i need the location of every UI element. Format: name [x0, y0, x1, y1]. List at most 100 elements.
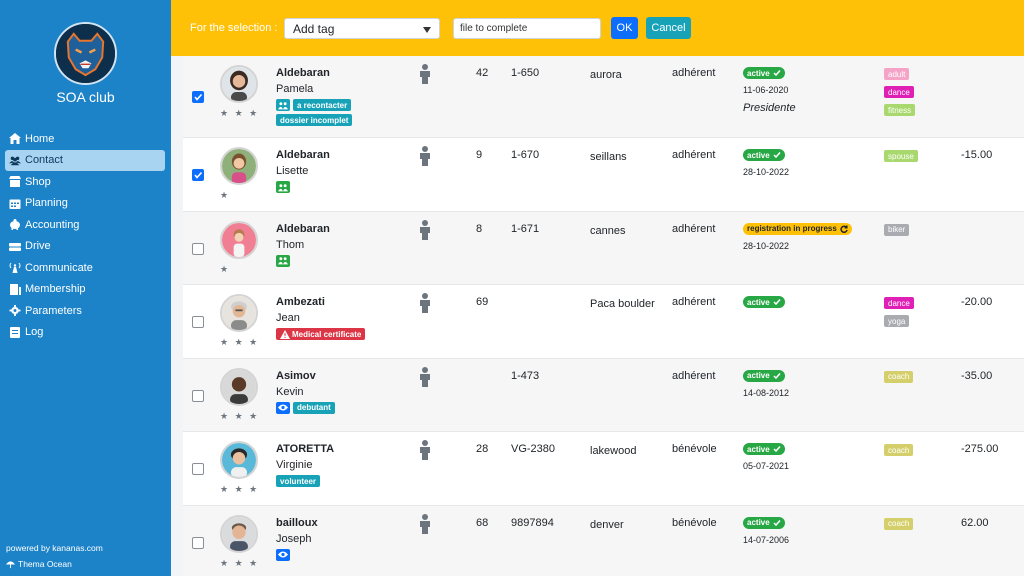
contact-city: aurora — [590, 69, 622, 81]
contact-badges: debutant — [276, 401, 386, 414]
check-icon — [773, 70, 781, 77]
row-checkbox[interactable] — [192, 536, 204, 549]
refresh-icon — [840, 225, 848, 233]
contact-row[interactable]: ★ ★ ★ Asimov Kevin debutant 1-473 adhére… — [183, 358, 1024, 432]
balance-amount: -20.00 — [961, 296, 993, 308]
contact-badges — [276, 254, 386, 267]
balance-amount: 62.00 — [961, 516, 989, 529]
avatar[interactable] — [220, 294, 258, 332]
check-icon — [773, 152, 781, 159]
nav-planning[interactable]: Planning — [5, 193, 165, 215]
nav-communicate[interactable]: Communicate — [5, 257, 165, 279]
tag-name-input[interactable] — [453, 18, 601, 39]
contact-lastname[interactable]: Ambezati — [276, 296, 325, 308]
tag-spouse[interactable]: spouse — [884, 150, 918, 162]
status-badge: active — [743, 296, 785, 308]
member-type: adhérent — [672, 67, 716, 79]
person-icon — [418, 146, 432, 166]
status-badge: active — [743, 443, 785, 455]
broadcast-icon — [9, 262, 21, 274]
avatar[interactable] — [220, 65, 258, 103]
avatar[interactable] — [220, 367, 258, 406]
contact-badges: Medical certificate — [276, 328, 386, 340]
contact-city: seillans — [590, 151, 627, 163]
nav-drive[interactable]: Drive — [5, 236, 165, 258]
nav-log[interactable]: Log — [5, 322, 165, 344]
contact-row[interactable]: ★ ★ ★ ATORETTA Virginie volunteer 28 VG-… — [183, 432, 1024, 506]
tag-biker[interactable]: biker — [884, 223, 910, 236]
row-checkbox[interactable] — [192, 91, 204, 103]
row-checkbox[interactable] — [192, 169, 204, 181]
row-checkbox[interactable] — [192, 389, 204, 402]
membership-date: 11-06-2020 — [743, 85, 789, 95]
tag-coach[interactable]: coach — [884, 370, 914, 383]
balance-amount: -15.00 — [961, 149, 993, 161]
tag-dance[interactable]: dance — [884, 297, 914, 309]
row-checkbox[interactable] — [192, 242, 204, 255]
tag-dance[interactable]: dance — [884, 86, 914, 98]
nav-shop[interactable]: Shop — [5, 171, 165, 193]
selection-toolbar: For the selection : Add tag OK Cancel — [171, 0, 1024, 56]
cancel-button[interactable]: Cancel — [646, 17, 691, 39]
member-type: adhérent — [672, 296, 716, 308]
contact-lastname[interactable]: Aldebaran — [276, 223, 330, 235]
avatar[interactable] — [220, 147, 258, 185]
person-icon — [418, 366, 432, 387]
nav-label: Log — [25, 326, 44, 339]
contact-lastname[interactable]: Aldebaran — [276, 67, 330, 79]
contact-role: Presidente — [743, 102, 796, 114]
tag-yoga[interactable]: yoga — [884, 315, 910, 327]
action-select[interactable]: Add tag — [284, 18, 440, 39]
member-type: bénévole — [672, 443, 717, 455]
tag-fitness[interactable]: fitness — [884, 104, 916, 116]
nav-contact[interactable]: Contact — [5, 149, 165, 171]
contact-age: 69 — [476, 296, 489, 308]
row-checkbox[interactable] — [192, 316, 204, 328]
status-badge: active — [743, 369, 785, 382]
nav-label: Communicate — [25, 261, 93, 274]
tag-coach[interactable]: coach — [884, 444, 914, 456]
nav-accounting[interactable]: Accounting — [5, 214, 165, 236]
contact-city: Paca boulder — [590, 298, 655, 310]
contact-row[interactable]: ★ ★ ★ Aldebaran Pamela a recontacter dos… — [183, 56, 1024, 138]
status-badge: registration in progress — [743, 222, 852, 235]
main-nav: Home Contact Shop Planning Accounting Dr… — [5, 128, 165, 343]
nav-label: Parameters — [25, 304, 82, 317]
tag-adult[interactable]: adult — [884, 68, 910, 80]
nav-home[interactable]: Home — [5, 128, 165, 150]
membership-date: 14-08-2012 — [743, 387, 790, 398]
ok-button[interactable]: OK — [611, 17, 638, 39]
nav-membership[interactable]: Membership — [5, 279, 165, 301]
status-badge: active — [743, 67, 785, 79]
club-logo[interactable] — [54, 22, 117, 85]
avatar[interactable] — [220, 441, 258, 479]
contact-city: cannes — [590, 224, 626, 237]
contact-lastname[interactable]: bailloux — [276, 517, 318, 529]
person-photo-icon — [222, 149, 256, 183]
contact-lastname[interactable]: ATORETTA — [276, 443, 334, 455]
badge-a-recontacter: a recontacter — [293, 99, 352, 111]
theme-label[interactable]: Thema Ocean — [6, 559, 72, 569]
contact-row[interactable]: ★ ★ ★ bailloux Joseph 68 9897894 denver … — [183, 505, 1024, 576]
contact-row[interactable]: ★ Aldebaran Lisette 9 1-670 seillans adh… — [183, 138, 1024, 212]
person-photo-icon — [222, 222, 256, 257]
status-text: active — [747, 68, 770, 78]
member-number: VG-2380 — [511, 443, 556, 455]
badge-text: Medical certificate — [292, 329, 362, 339]
nav-parameters[interactable]: Parameters — [5, 300, 165, 322]
contact-lastname[interactable]: Aldebaran — [276, 149, 330, 161]
contact-row[interactable]: ★ ★ ★ Ambezati Jean Medical certificate … — [183, 285, 1024, 359]
group-icon — [278, 183, 288, 191]
avatar[interactable] — [220, 220, 258, 259]
contact-lastname[interactable]: Asimov — [276, 370, 316, 382]
theme-name: Thema Ocean — [18, 559, 72, 569]
contact-badges — [276, 181, 386, 193]
powered-by[interactable]: powered by kananas.com — [6, 543, 103, 553]
avatar[interactable] — [220, 514, 258, 553]
rating-stars: ★ — [220, 190, 231, 200]
nav-label: Home — [25, 132, 55, 145]
contact-row[interactable]: ★ Aldebaran Thom 8 1-671 cannes adhérent… — [183, 211, 1024, 285]
row-checkbox[interactable] — [192, 463, 204, 475]
tag-coach[interactable]: coach — [884, 517, 914, 530]
club-name: SOA club — [56, 89, 115, 105]
